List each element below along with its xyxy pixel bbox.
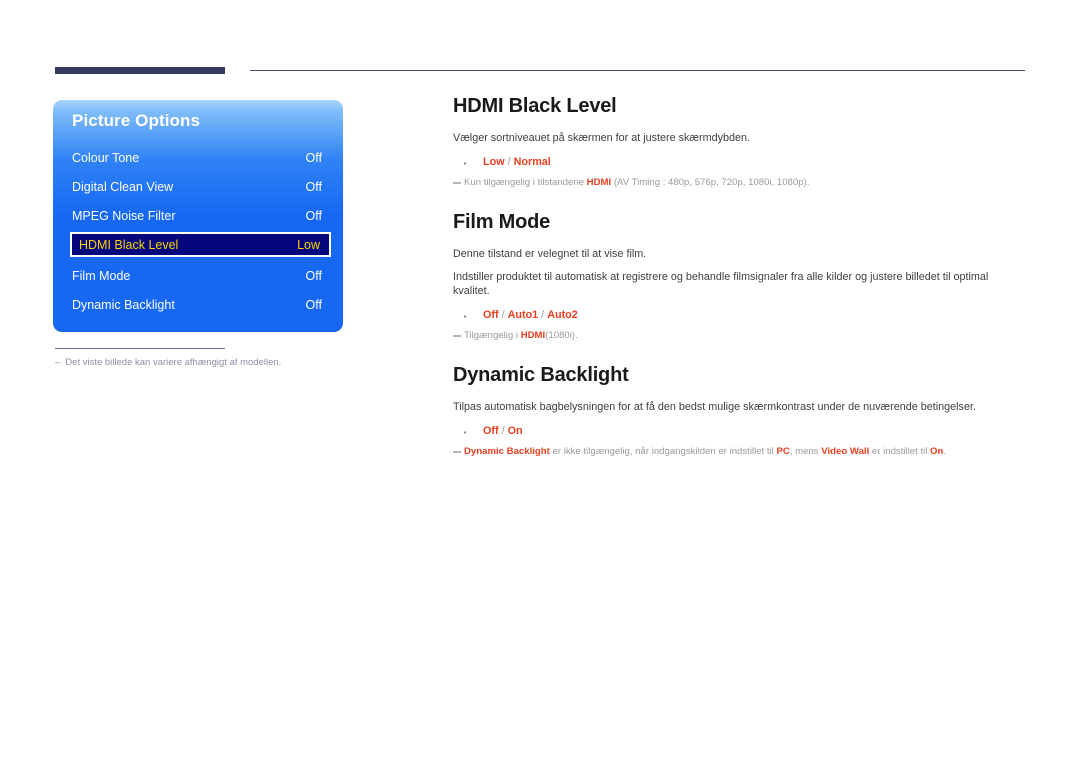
menu-item-label: Digital Clean View xyxy=(72,180,174,194)
section-paragraph: Tilpas automatisk bagbelysningen for at … xyxy=(453,401,976,414)
section-dynamic-backlight: Dynamic Backlight Tilpas automatisk bagb… xyxy=(453,364,1026,458)
note-highlight: Video Wall xyxy=(821,446,870,458)
menu-item-value: Off xyxy=(305,269,322,283)
note-highlight: On xyxy=(930,446,944,458)
note-text: , mens xyxy=(789,446,822,458)
menu-item-label: Dynamic Backlight xyxy=(72,298,175,312)
menu-item-label: HDMI Black Level xyxy=(79,237,179,252)
menu-item-dynamic-backlight[interactable]: Dynamic Backlight Off xyxy=(72,294,324,316)
footnote-divider xyxy=(55,348,225,349)
note-highlight: HDMI xyxy=(586,176,612,188)
option-item: Off / Auto1 / Auto2 xyxy=(453,306,1026,327)
option-list: Off / Auto1 / Auto2 xyxy=(453,306,1026,327)
footnote-dash: – xyxy=(55,357,61,368)
note-text: er ikke tilgængelig, når indgangskilden … xyxy=(549,446,777,458)
note-text: Tilgængelig i xyxy=(464,330,521,342)
section-heading: HDMI Black Level xyxy=(453,95,617,117)
note-highlight: PC xyxy=(776,446,790,458)
option-item: Off / On xyxy=(453,422,1026,443)
menu-item-value: Low xyxy=(297,237,320,252)
option-value: Auto2 xyxy=(547,308,578,321)
menu-item-colour-tone[interactable]: Colour Tone Off xyxy=(72,147,324,169)
menu-item-label: Colour Tone xyxy=(72,151,140,165)
menu-item-value: Off xyxy=(305,180,322,194)
section-heading: Film Mode xyxy=(453,211,551,234)
option-list: Off / On xyxy=(453,422,1026,443)
menu-item-value: Off xyxy=(305,151,322,165)
option-item: Low / Normal xyxy=(453,153,1026,174)
section-paragraph: Vælger sortniveauet på skærmen for at ju… xyxy=(453,132,751,144)
menu-item-value: Off xyxy=(305,209,322,223)
option-separator: / xyxy=(498,308,508,321)
option-value: On xyxy=(507,425,523,438)
note-highlight: Dynamic Backlight xyxy=(464,446,550,458)
section-note: Dynamic Backlight er ikke tilgængelig, n… xyxy=(453,445,1026,458)
option-separator: / xyxy=(538,308,548,321)
picture-options-menu-panel: Picture Options Colour Tone Off Digital … xyxy=(53,100,343,332)
note-text: (AV Timing : 480p, 576p, 720p, 1080i, 10… xyxy=(611,176,810,188)
section-paragraph: Indstiller produktet til automatisk at r… xyxy=(453,270,989,298)
menu-item-value: Off xyxy=(305,298,322,312)
note-highlight: HDMI xyxy=(520,330,546,342)
option-value: Off xyxy=(483,425,499,438)
note-text: . xyxy=(943,446,947,458)
option-separator: / xyxy=(504,155,514,168)
footnote: – Det viste billede kan variere afhængigt… xyxy=(55,357,281,368)
section-paragraph: Denne tilstand er velegnet til at vise f… xyxy=(453,248,647,261)
section-film-mode: Film Mode Denne tilstand er velegnet til… xyxy=(453,211,1026,342)
note-text: Kun tilgængelig i tilstandene xyxy=(464,176,587,188)
section-hdmi-black-level: HDMI Black Level Vælger sortniveauet på … xyxy=(453,95,1026,189)
header-accent-bar xyxy=(55,67,225,74)
content-column: HDMI Black Level Vælger sortniveauet på … xyxy=(453,95,1026,481)
option-list: Low / Normal xyxy=(453,153,1026,174)
option-value: Low xyxy=(483,155,505,168)
menu-item-digital-clean-view[interactable]: Digital Clean View Off xyxy=(72,176,324,198)
menu-item-hdmi-black-level[interactable]: HDMI Black Level Low xyxy=(70,232,331,257)
section-note: Kun tilgængelig i tilstandene HDMI (AV T… xyxy=(453,176,1026,189)
option-value: Auto1 xyxy=(507,308,539,321)
header-rule xyxy=(250,70,1025,71)
menu-item-mpeg-noise-filter[interactable]: MPEG Noise Filter Off xyxy=(72,205,324,227)
menu-item-label: Film Mode xyxy=(72,269,131,283)
menu-item-film-mode[interactable]: Film Mode Off xyxy=(72,265,324,287)
footnote-text: Det viste billede kan variere afhængigt … xyxy=(65,357,282,368)
note-text: er indstillet til xyxy=(869,446,931,458)
option-value: Off xyxy=(483,308,499,321)
option-separator: / xyxy=(498,425,508,438)
section-heading: Dynamic Backlight xyxy=(453,364,629,387)
menu-item-label: MPEG Noise Filter xyxy=(72,209,176,223)
menu-title: Picture Options xyxy=(72,111,201,130)
option-value: Normal xyxy=(513,155,551,168)
section-note: Tilgængelig i HDMI(1080i). xyxy=(453,329,1026,342)
note-text: (1080i). xyxy=(545,330,578,342)
